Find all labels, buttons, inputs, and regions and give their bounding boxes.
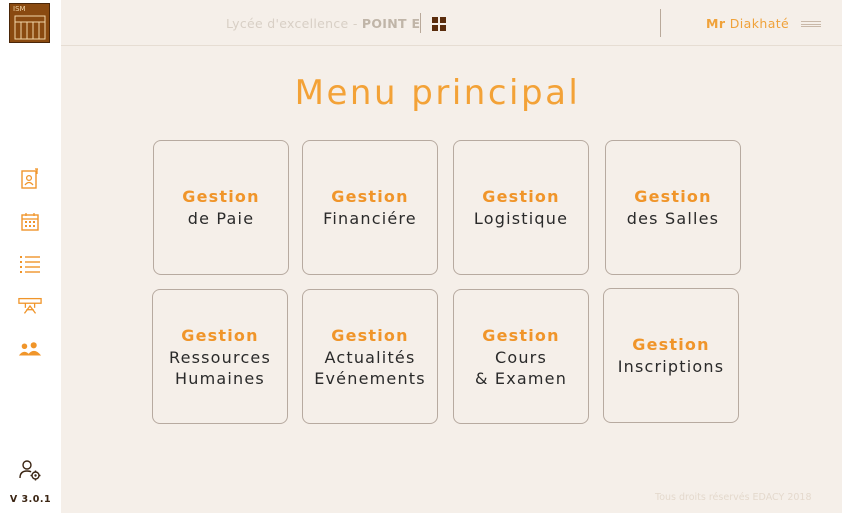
hamburger-icon[interactable] <box>801 21 821 27</box>
grid-icon[interactable] <box>432 17 446 31</box>
nav-user-settings[interactable] <box>18 458 42 482</box>
card-subtitle-2: Evénements <box>314 368 426 388</box>
app-logo[interactable]: ISM <box>9 3 50 43</box>
id-card-icon <box>21 168 38 189</box>
card-subtitle-2: & Examen <box>474 368 568 388</box>
school-name: Lycée d'excellence <box>226 16 349 31</box>
card-subtitle: Cours <box>494 347 547 367</box>
header-divider <box>420 13 421 33</box>
card-subtitle: de Paie <box>187 209 255 228</box>
school-point: POINT E <box>361 16 421 31</box>
nav-calendar[interactable] <box>18 210 42 234</box>
card-gestion-actualites[interactable]: Gestion Actualités Evénements <box>302 289 438 424</box>
card-subtitle: Logistique <box>473 209 569 228</box>
card-subtitle-2: Humaines <box>175 368 265 388</box>
school-info: Lycée d'excellence - POINT E <box>226 16 420 31</box>
classroom-icon <box>18 297 42 314</box>
card-subtitle: des Salles <box>626 209 720 228</box>
card-title: Gestion <box>482 325 560 345</box>
building-icon <box>14 15 46 40</box>
card-gestion-rh[interactable]: Gestion Ressources Humaines <box>152 289 288 424</box>
card-title: Gestion <box>182 187 260 206</box>
card-title: Gestion <box>634 187 712 206</box>
header-divider <box>660 9 661 37</box>
nav-id-card[interactable] <box>18 167 42 191</box>
user-settings-icon <box>19 460 41 481</box>
footer-copyright: Tous droits réservés EDACY 2018 <box>655 492 812 503</box>
card-gestion-cours[interactable]: Gestion Cours & Examen <box>453 289 589 424</box>
user-info[interactable]: Mr Diakhaté <box>706 16 789 31</box>
card-subtitle: Financiére <box>323 209 417 228</box>
card-title: Gestion <box>181 325 259 345</box>
card-subtitle: Ressources <box>168 347 272 367</box>
page-title: Menu principal <box>294 73 581 113</box>
card-subtitle: Actualités <box>324 347 416 367</box>
top-bar: Lycée d'excellence - POINT E Mr Diakhaté <box>61 0 842 46</box>
card-title: Gestion <box>331 325 409 345</box>
calendar-icon <box>21 213 39 231</box>
nav-list[interactable] <box>18 252 42 276</box>
card-gestion-financiere[interactable]: Gestion Financiére <box>302 140 438 275</box>
user-name: Diakhaté <box>729 16 790 31</box>
card-gestion-salles[interactable]: Gestion des Salles <box>605 140 741 275</box>
card-title: Gestion <box>632 335 710 354</box>
nav-users[interactable] <box>18 337 42 361</box>
nav-classroom[interactable] <box>18 294 42 318</box>
user-title: Mr <box>706 16 726 31</box>
school-separator: - <box>352 16 358 31</box>
sidebar: ISM V 3.0.1 <box>0 0 61 513</box>
users-icon <box>18 342 42 356</box>
app-version: V 3.0.1 <box>9 494 52 505</box>
card-gestion-paie[interactable]: Gestion de Paie <box>153 140 289 275</box>
card-subtitle: Inscriptions <box>617 357 725 376</box>
list-icon <box>20 256 40 273</box>
card-title: Gestion <box>482 187 560 206</box>
card-gestion-inscriptions[interactable]: Gestion Inscriptions <box>603 288 739 423</box>
card-title: Gestion <box>331 187 409 206</box>
card-gestion-logistique[interactable]: Gestion Logistique <box>453 140 589 275</box>
